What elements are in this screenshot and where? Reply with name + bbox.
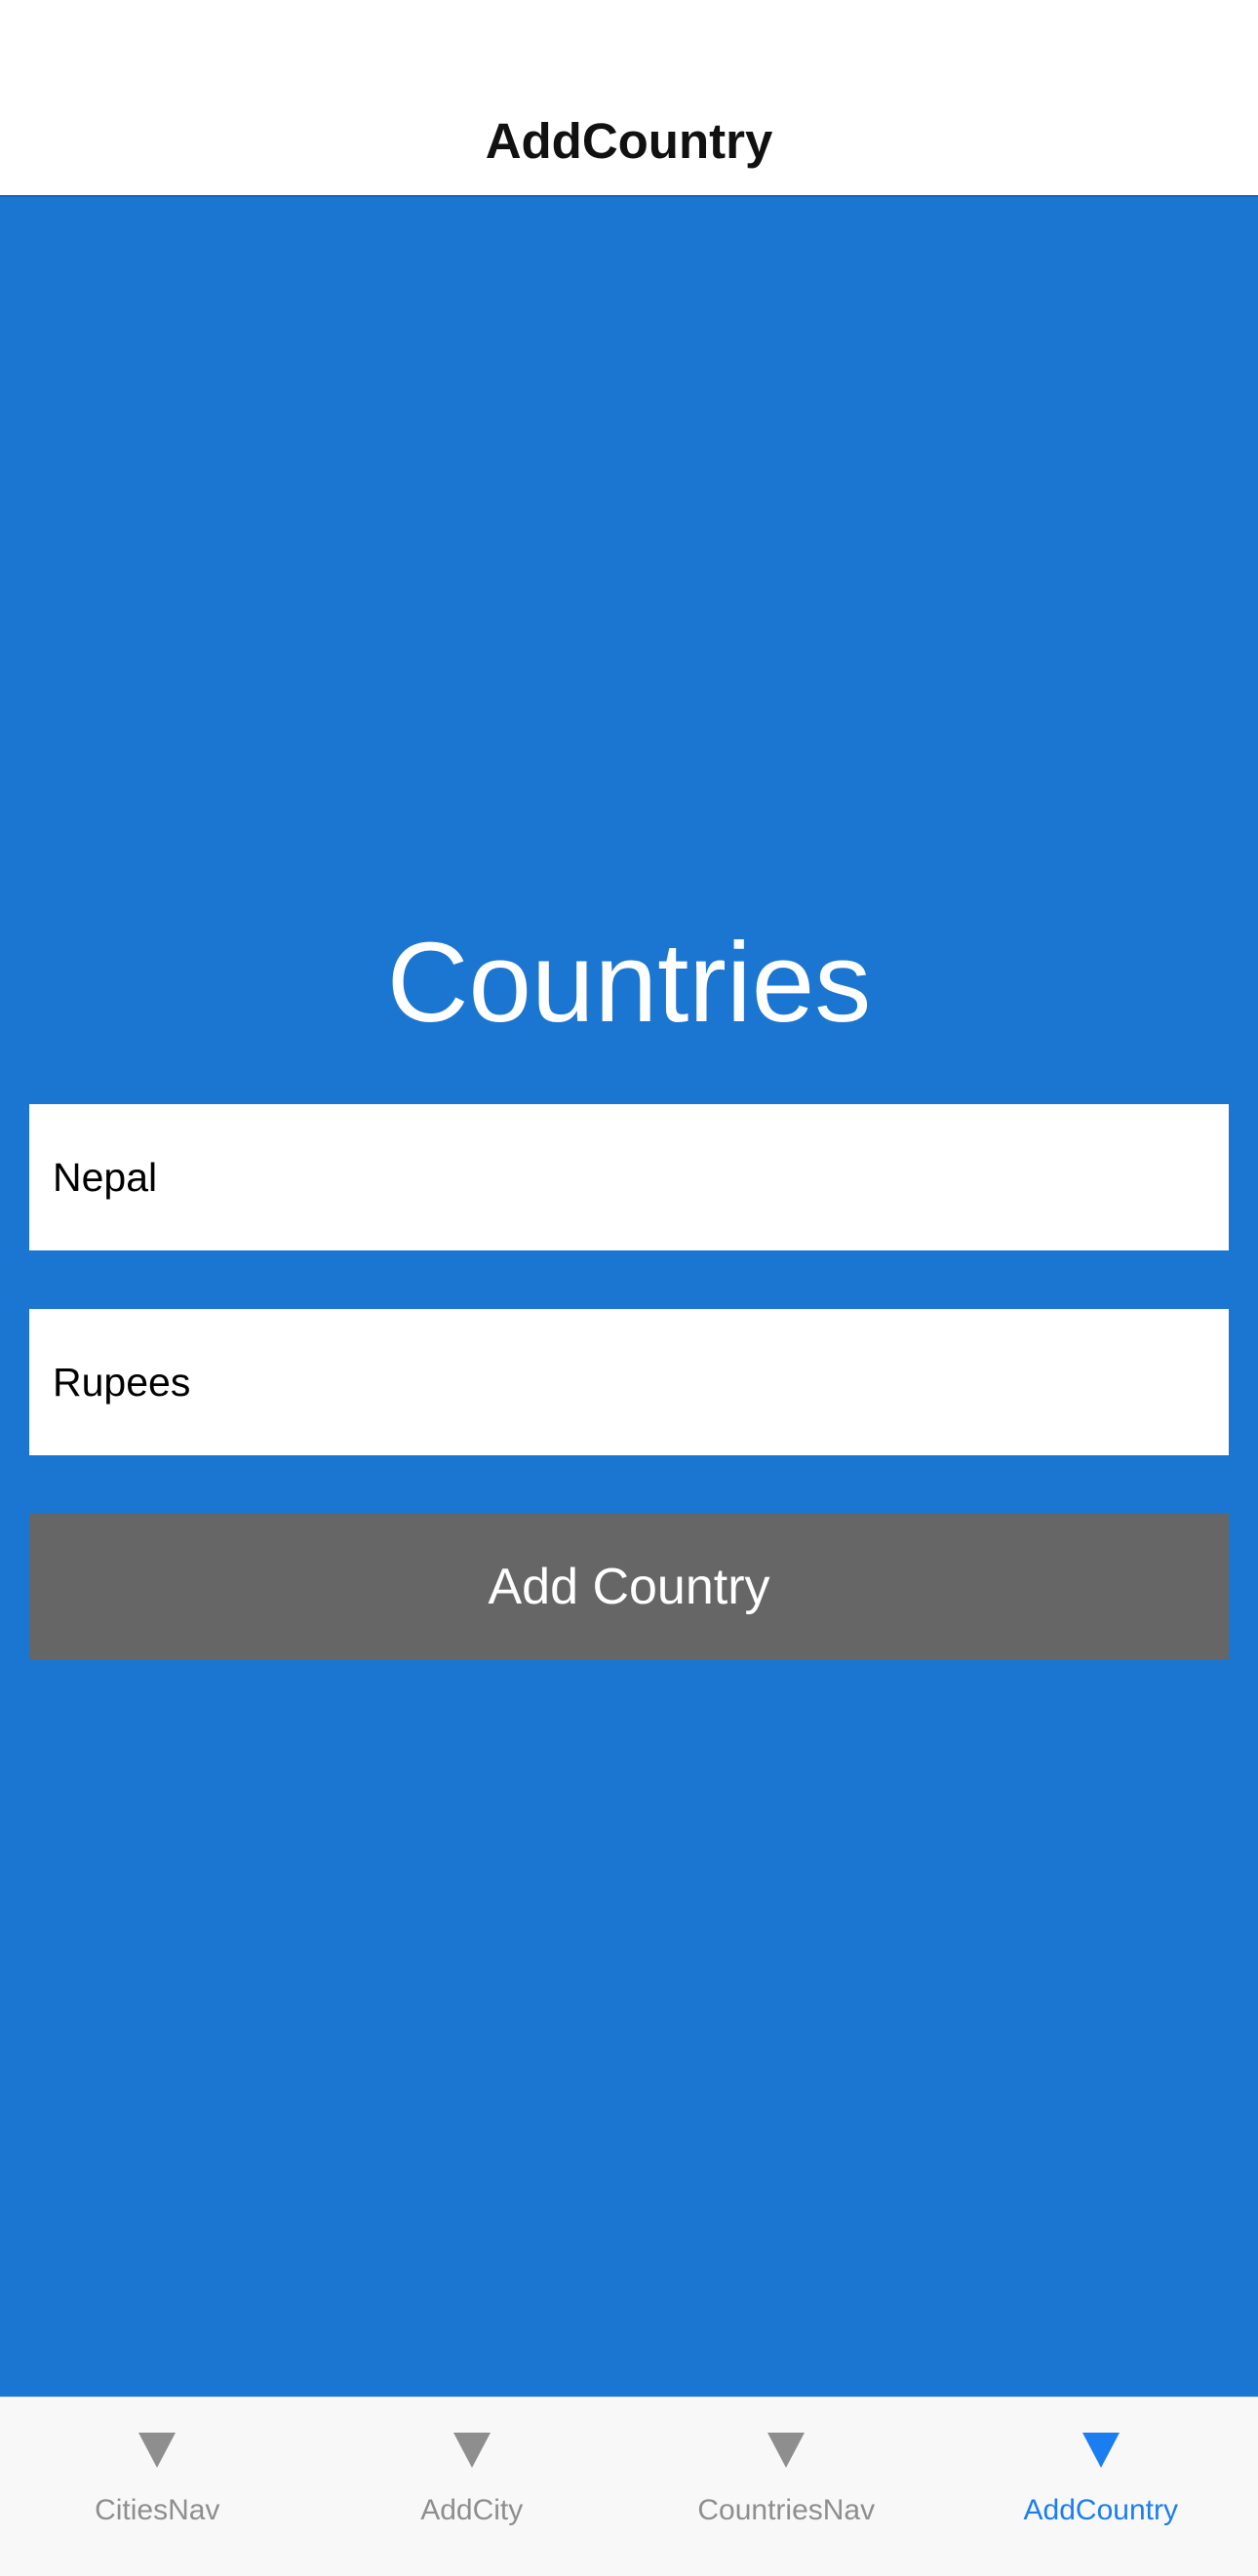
tab-label: CitiesNav: [95, 2494, 220, 2526]
tab-cities-nav[interactable]: CitiesNav: [0, 2398, 315, 2576]
page-title: Countries: [386, 919, 872, 1046]
tab-label: AddCountry: [1023, 2494, 1178, 2526]
navigation-header: AddCountry: [0, 0, 1258, 197]
tab-label: AddCity: [420, 2494, 524, 2526]
country-name-input[interactable]: [29, 1104, 1229, 1250]
tab-add-country[interactable]: AddCountry: [944, 2398, 1258, 2576]
app-screen: AddCountry Countries Add Country CitiesN…: [0, 0, 1258, 2576]
triangle-down-icon: [452, 2433, 491, 2468]
add-country-button[interactable]: Add Country: [29, 1514, 1229, 1660]
tab-add-city[interactable]: AddCity: [315, 2398, 630, 2576]
triangle-down-icon: [1081, 2433, 1120, 2468]
add-country-form: Countries Add Country: [0, 197, 1258, 2397]
tab-label: CountriesNav: [697, 2494, 876, 2526]
tab-countries-nav[interactable]: CountriesNav: [629, 2398, 944, 2576]
triangle-down-icon: [138, 2433, 177, 2468]
currency-input[interactable]: [29, 1309, 1229, 1455]
header-title: AddCountry: [485, 113, 773, 169]
triangle-down-icon: [767, 2433, 806, 2468]
bottom-tab-bar: CitiesNav AddCity CountriesNav AddCountr…: [0, 2397, 1258, 2576]
